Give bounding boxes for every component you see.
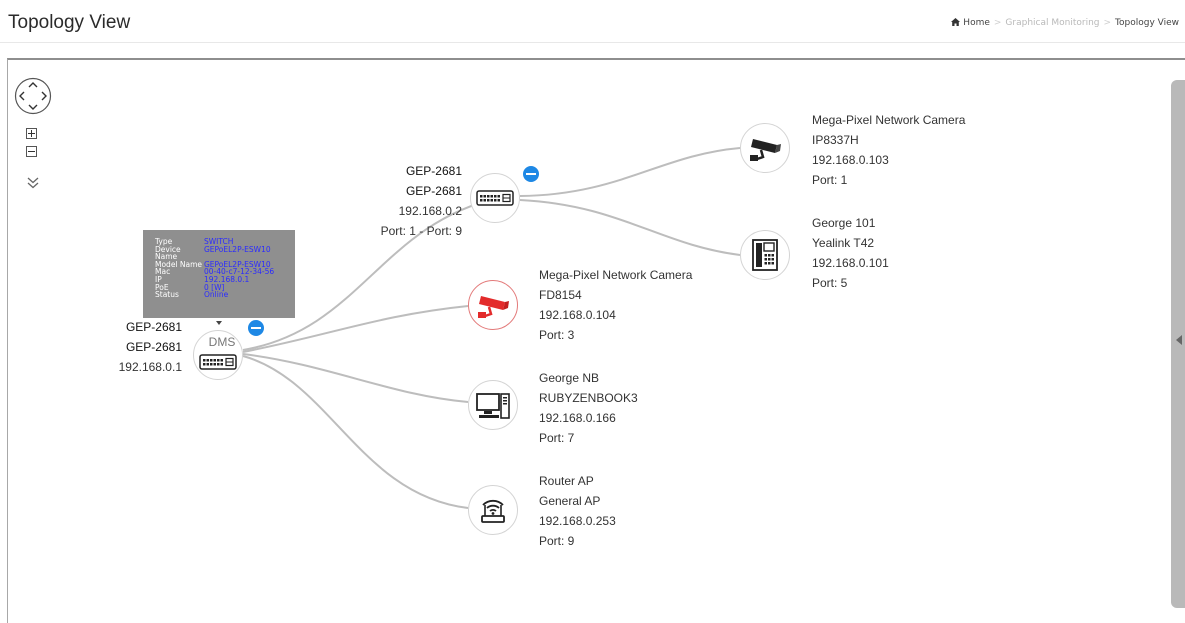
node-pc-name: George NB — [539, 371, 600, 385]
node-camera1-port: Port: 1 — [812, 173, 848, 187]
node-camera2-port: Port: 3 — [539, 328, 575, 342]
node-camera2-ip: 192.168.0.104 — [539, 308, 616, 322]
node-pc[interactable] — [468, 380, 518, 430]
node-camera1[interactable] — [740, 123, 790, 173]
node-root-ip: 192.168.0.1 — [118, 360, 182, 374]
collapse-switch2-button[interactable] — [523, 166, 539, 182]
node-camera1-labels: Mega-Pixel Network Camera IP8337H 192.16… — [812, 110, 965, 190]
desktop-pc-icon — [476, 393, 510, 419]
node-router-labels: Router AP General AP 192.168.0.253 Port:… — [539, 471, 616, 551]
node-phone-name: George 101 — [812, 216, 876, 230]
node-camera2-model: FD8154 — [539, 288, 582, 302]
node-root-model: GEP-2681 — [125, 340, 182, 354]
link-switch2-camera1 — [519, 147, 741, 197]
tooltip-value: GEPoEL2P-ESW10 — [204, 244, 271, 254]
node-phone-port: Port: 5 — [812, 276, 848, 290]
tooltip-key: Mac — [155, 267, 171, 277]
node-camera2-name: Mega-Pixel Network Camera — [539, 268, 693, 282]
node-root-labels: GEP-2681 GEP-2681 192.168.0.1 — [100, 317, 182, 377]
node-pc-labels: George NB RUBYZENBOOK3 192.168.0.166 Por… — [539, 368, 638, 448]
device-tooltip: Type SWITCH Device Name GEPoEL2P-ESW10 Mod… — [143, 230, 295, 318]
camera-icon — [750, 139, 781, 161]
node-camera2-labels: Mega-Pixel Network Camera FD8154 192.168… — [539, 265, 692, 345]
node-camera1-model: IP8337H — [812, 133, 859, 147]
node-router[interactable] — [468, 485, 518, 535]
node-camera1-ip: 192.168.0.103 — [812, 153, 889, 167]
node-switch2-name: GEP-2681 — [405, 164, 462, 178]
camera-alert-icon — [478, 296, 509, 318]
node-camera2[interactable] — [468, 280, 518, 330]
node-router-port: Port: 9 — [539, 534, 575, 548]
node-phone-labels: George 101 Yealink T42 192.168.0.101 Por… — [812, 213, 889, 293]
ip-phone-icon — [752, 239, 778, 271]
wifi-router-icon — [481, 499, 505, 523]
tooltip-pointer — [216, 321, 222, 325]
node-camera1-name: Mega-Pixel Network Camera — [812, 113, 966, 127]
link-root-pc — [242, 353, 469, 403]
node-switch2[interactable] — [470, 173, 520, 223]
node-pc-port: Port: 7 — [539, 431, 575, 445]
link-switch2-phone — [519, 199, 741, 256]
dms-badge: DMS — [208, 335, 236, 349]
tooltip-value: Online — [204, 290, 229, 300]
node-router-model: General AP — [539, 494, 601, 508]
node-switch2-model: GEP-2681 — [405, 184, 462, 198]
switch-icon — [199, 354, 237, 370]
node-pc-ip: 192.168.0.166 — [539, 411, 616, 425]
tooltip-key: Device Name — [155, 244, 181, 262]
tooltip-key: Status — [155, 290, 179, 300]
node-phone-ip: 192.168.0.101 — [812, 256, 889, 270]
node-switch2-labels: GEP-2681 GEP-2681 192.168.0.2 Port: 1 - … — [340, 161, 462, 241]
node-root-name: GEP-2681 — [125, 320, 182, 334]
node-phone-model: Yealink T42 — [812, 236, 875, 250]
node-phone[interactable] — [740, 230, 790, 280]
collapse-root-button[interactable] — [248, 320, 264, 336]
switch-icon — [476, 190, 514, 206]
node-switch2-port: Port: 1 - Port: 9 — [380, 224, 462, 238]
node-router-ip: 192.168.0.253 — [539, 514, 616, 528]
node-pc-model: RUBYZENBOOK3 — [539, 391, 638, 405]
node-switch2-ip: 192.168.0.2 — [398, 204, 462, 218]
node-router-name: Router AP — [539, 474, 594, 488]
